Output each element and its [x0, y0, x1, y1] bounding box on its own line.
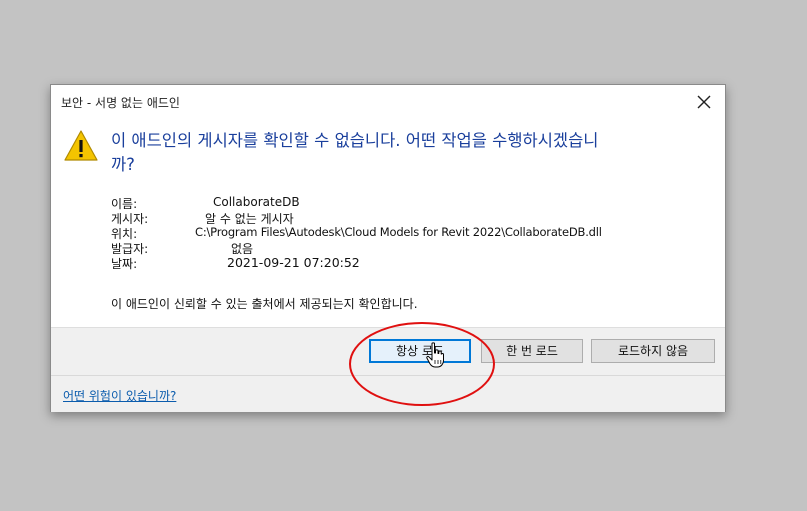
- location-value: C:\Program Files\Autodesk\Cloud Models f…: [195, 225, 602, 239]
- load-once-button[interactable]: 한 번 로드: [481, 339, 583, 363]
- close-icon: [697, 95, 711, 109]
- trust-message: 이 애드인이 신뢰할 수 있는 출처에서 제공되는지 확인합니다.: [111, 297, 418, 311]
- headline-line-1: 이 애드인의 게시자를 확인할 수 없습니다. 어떤 작업을 수행하시겠습니: [111, 131, 599, 150]
- risk-info-link[interactable]: 어떤 위험이 있습니까?: [63, 387, 176, 404]
- do-not-load-button[interactable]: 로드하지 않음: [591, 339, 715, 363]
- dialog-footer: 어떤 위험이 있습니까?: [51, 375, 725, 412]
- date-label: 날짜:: [111, 257, 138, 271]
- date-value: 2021-09-21 07:20:52: [227, 255, 360, 270]
- warning-triangle-icon: [64, 130, 98, 161]
- dialog-headline: 이 애드인의 게시자를 확인할 수 없습니다. 어떤 작업을 수행하시겠습니 까…: [111, 129, 711, 177]
- dialog-titlebar[interactable]: 보안 - 서명 없는 애드인: [51, 85, 725, 119]
- dialog-title: 보안 - 서명 없는 애드인: [61, 96, 180, 110]
- always-load-button[interactable]: 항상 로드: [369, 339, 471, 363]
- name-value: CollaborateDB: [213, 195, 300, 209]
- headline-line-2: 까?: [111, 155, 135, 174]
- unsigned-addin-security-dialog: 보안 - 서명 없는 애드인 이 애드인의 게시자를 확인할 수 없습니다. 어…: [50, 84, 726, 412]
- close-button[interactable]: [687, 87, 721, 117]
